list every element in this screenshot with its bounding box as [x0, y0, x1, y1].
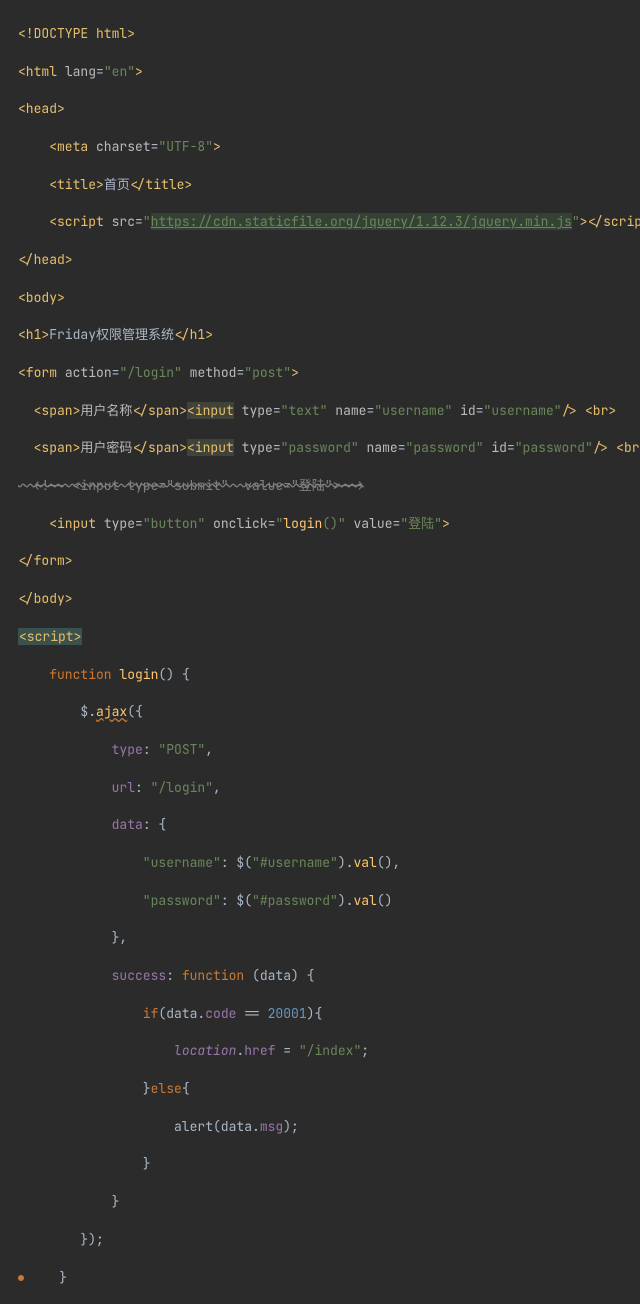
warning-icon [18, 1275, 24, 1281]
code-line: <head> [18, 100, 632, 119]
code-line: data: { [18, 816, 632, 835]
code-line: <body> [18, 289, 632, 308]
code-line: <meta charset="UTF-8"> [18, 138, 632, 157]
code-line: } [18, 1155, 632, 1174]
code-line: }else{ [18, 1080, 632, 1099]
code-line: } [18, 1193, 632, 1212]
code-line: <span>用户密码</span><input type="password" … [18, 439, 632, 458]
code-line: }); [18, 1231, 632, 1250]
code-line: url: "/login", [18, 779, 632, 798]
code-line: success: function (data) { [18, 967, 632, 986]
code-line: function login() { [18, 666, 632, 685]
code-line: } [18, 1269, 632, 1288]
code-line: <title>首页</title> [18, 176, 632, 195]
code-line: <html lang="en"> [18, 63, 632, 82]
code-line: type: "POST", [18, 741, 632, 760]
code-line: "password": $("#password").val() [18, 892, 632, 911]
code-line: alert(data.msg); [18, 1118, 632, 1137]
code-line: location.href = "/index"; [18, 1042, 632, 1061]
code-line: <script src="https://cdn.staticfile.org/… [18, 213, 632, 232]
code-line: if(data.code == 20001){ [18, 1005, 632, 1024]
code-line: <!-- <input type="submit" value="登陆">--> [18, 477, 632, 496]
code-line: <span>用户名称</span><input type="text" name… [18, 402, 632, 421]
code-line: <input type="button" onclick="login()" v… [18, 515, 632, 534]
code-line: </head> [18, 251, 632, 270]
code-editor: <!DOCTYPE html> <html lang="en"> <head> … [0, 0, 640, 1304]
code-line: </body> [18, 590, 632, 609]
code-line: "username": $("#username").val(), [18, 854, 632, 873]
code-line: <!DOCTYPE html> [18, 25, 632, 44]
code-line: <h1>Friday权限管理系统</h1> [18, 326, 632, 345]
code-line: $.ajax({ [18, 703, 632, 722]
code-line: }, [18, 929, 632, 948]
jquery-cdn-url: https://cdn.staticfile.org/jquery/1.12.3… [151, 213, 572, 230]
code-line: </form> [18, 552, 632, 571]
code-line: <script> [18, 628, 632, 647]
code-line: <form action="/login" method="post"> [18, 364, 632, 383]
